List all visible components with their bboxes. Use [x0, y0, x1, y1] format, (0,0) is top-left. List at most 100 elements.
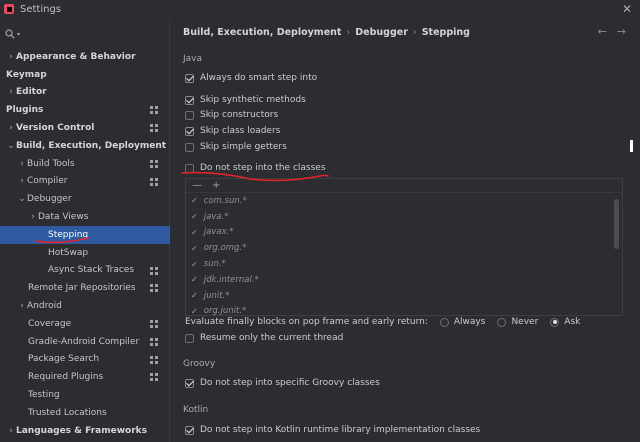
sidebar-item-keymap[interactable]: Keymap: [0, 66, 170, 84]
class-filter-check-icon[interactable]: ✓: [191, 307, 198, 315]
class-filter-check-icon[interactable]: ✓: [191, 291, 198, 300]
class-filter-row[interactable]: ✓ javax.*: [186, 225, 622, 241]
search-history-caret-icon[interactable]: ▾: [17, 31, 20, 38]
project-settings-icon: [150, 319, 158, 328]
sidebar-item-editor[interactable]: › Editor: [0, 84, 170, 102]
radio-always[interactable]: [439, 317, 449, 327]
class-filter-check-icon[interactable]: ✓: [191, 244, 198, 253]
project-settings-icon: [150, 355, 158, 364]
resume-current-thread-row[interactable]: Resume only the current thread: [185, 333, 343, 343]
chevron-right-icon[interactable]: ›: [6, 426, 16, 436]
class-filter-pattern: junit.*: [203, 290, 230, 301]
chevron-right-icon[interactable]: ›: [6, 52, 16, 62]
class-filter-row[interactable]: ✓ org.junit.*: [186, 304, 622, 315]
sidebar-item-label: Appearance & Behavior: [16, 51, 136, 62]
close-icon[interactable]: ✕: [622, 2, 632, 16]
chevron-right-icon[interactable]: ›: [17, 301, 27, 311]
always-smart-step-checkbox[interactable]: [185, 73, 194, 83]
class-filter-list[interactable]: ✓ com.sun.* ✓ java.* ✓ javax.* ✓ org.omg.* ✓ sun.…: [186, 193, 622, 315]
chevron-down-icon[interactable]: ⌄: [6, 141, 16, 151]
kotlin-do-not-step-row[interactable]: Do not step into Kotlin runtime library …: [185, 425, 480, 435]
class-filter-check-icon[interactable]: ✓: [191, 260, 198, 269]
chevron-right-icon[interactable]: ›: [6, 123, 16, 133]
skip-class-loaders-row[interactable]: Skip class loaders: [185, 126, 280, 136]
chevron-right-icon[interactable]: ›: [17, 159, 27, 169]
sidebar-item-debugger[interactable]: ⌄ Debugger: [0, 190, 170, 208]
add-class-icon[interactable]: +: [212, 180, 220, 191]
sidebar-item-build-execution-deployment[interactable]: ⌄ Build, Execution, Deployment: [0, 137, 170, 155]
class-filter-row[interactable]: ✓ com.sun.*: [186, 193, 622, 209]
sidebar-item-trusted-locations[interactable]: Trusted Locations: [0, 404, 170, 422]
groovy-do-not-step-row[interactable]: Do not step into specific Groovy classes: [185, 378, 380, 388]
sidebar-item-gradle-android-compiler[interactable]: Gradle-Android Compiler: [0, 333, 170, 351]
sidebar-item-required-plugins[interactable]: Required Plugins: [0, 368, 170, 386]
chevron-right-icon[interactable]: ›: [17, 176, 27, 186]
class-filter-row[interactable]: ✓ org.omg.*: [186, 240, 622, 256]
sidebar-item-build-tools[interactable]: › Build Tools: [0, 155, 170, 173]
class-filter-check-icon[interactable]: ✓: [191, 212, 198, 221]
sidebar-item-android[interactable]: › Android: [0, 297, 170, 315]
radio-ask-label: Ask: [564, 317, 581, 327]
radio-never-option[interactable]: Never: [497, 317, 538, 327]
do-not-step-classes-checkbox[interactable]: [185, 163, 194, 173]
search-box[interactable]: ▾: [0, 24, 170, 44]
skip-constructors-row[interactable]: Skip constructors: [185, 110, 278, 120]
breadcrumb-build: Build, Execution, Deployment: [183, 27, 342, 38]
do-not-step-classes-row[interactable]: Do not step into the classes: [185, 163, 326, 173]
class-filter-row[interactable]: ✓ junit.*: [186, 288, 622, 304]
sidebar-item-async-stack-traces[interactable]: Async Stack Traces: [0, 262, 170, 280]
sidebar-item-appearance-behavior[interactable]: › Appearance & Behavior: [0, 48, 170, 66]
skip-constructors-label: Skip constructors: [200, 110, 279, 120]
chevron-right-icon[interactable]: ›: [6, 87, 16, 97]
radio-ask[interactable]: [550, 317, 560, 327]
sidebar-item-label: Build Tools: [27, 158, 75, 169]
always-smart-step-row[interactable]: Always do smart step into: [185, 73, 317, 83]
sidebar-item-plugins[interactable]: Plugins: [0, 101, 170, 119]
skip-synthetic-row[interactable]: Skip synthetic methods: [185, 95, 306, 105]
settings-sidebar: ▾ › Appearance & Behavior Keymap › Editor Plu…: [0, 18, 170, 442]
chevron-down-icon[interactable]: ⌄: [17, 194, 27, 204]
resume-current-thread-checkbox[interactable]: [185, 333, 194, 343]
settings-content: Build, Execution, Deployment › Debugger › St…: [171, 18, 640, 442]
sidebar-item-data-views[interactable]: › Data Views: [0, 208, 170, 226]
list-scrollbar[interactable]: [614, 199, 619, 249]
chevron-right-icon[interactable]: ›: [28, 212, 38, 222]
breadcrumb-debugger: Debugger: [355, 27, 408, 38]
class-filter-row[interactable]: ✓ jdk.internal.*: [186, 272, 622, 288]
window-title: Settings: [20, 3, 62, 15]
settings-tree: › Appearance & Behavior Keymap › Editor Plugi…: [0, 48, 170, 440]
class-filter-check-icon[interactable]: ✓: [191, 196, 198, 205]
sidebar-item-hotswap[interactable]: HotSwap: [0, 244, 170, 262]
radio-always-option[interactable]: Always: [439, 317, 485, 327]
search-input[interactable]: [24, 29, 165, 39]
groovy-do-not-step-checkbox[interactable]: [185, 378, 194, 388]
sidebar-item-coverage[interactable]: Coverage: [0, 315, 170, 333]
skip-getters-row[interactable]: Skip simple getters: [185, 142, 287, 152]
skip-synthetic-checkbox[interactable]: [185, 95, 194, 105]
sidebar-item-compiler[interactable]: › Compiler: [0, 173, 170, 191]
class-filter-check-icon[interactable]: ✓: [191, 228, 198, 237]
radio-ask-option[interactable]: Ask: [550, 317, 580, 327]
sidebar-item-package-search[interactable]: Package Search: [0, 351, 170, 369]
radio-never[interactable]: [497, 317, 507, 327]
forward-arrow-icon[interactable]: →: [617, 25, 626, 38]
skip-constructors-checkbox[interactable]: [185, 110, 194, 120]
excluded-classes-list: — + ✓ com.sun.* ✓ java.* ✓ javax.* ✓ org.omg.* ✓…: [185, 178, 623, 316]
sidebar-item-version-control[interactable]: › Version Control: [0, 119, 170, 137]
skip-getters-checkbox[interactable]: [185, 142, 194, 152]
sidebar-item-stepping[interactable]: Stepping: [0, 225, 170, 244]
remove-class-icon[interactable]: —: [192, 180, 202, 191]
sidebar-item-remote-jar-repositories[interactable]: Remote Jar Repositories: [0, 279, 170, 297]
sidebar-item-label: Trusted Locations: [28, 407, 107, 418]
sidebar-item-label: Plugins: [6, 105, 44, 116]
sidebar-item-languages-frameworks[interactable]: › Languages & Frameworks: [0, 422, 170, 440]
class-filter-check-icon[interactable]: ✓: [191, 275, 198, 284]
class-filter-row[interactable]: ✓ sun.*: [186, 256, 622, 272]
kotlin-do-not-step-checkbox[interactable]: [185, 425, 194, 435]
class-filter-row[interactable]: ✓ java.*: [186, 209, 622, 225]
sidebar-item-testing[interactable]: Testing: [0, 386, 170, 404]
skip-class-loaders-checkbox[interactable]: [185, 126, 194, 136]
sidebar-item-label: Remote Jar Repositories: [28, 283, 136, 294]
project-settings-icon: [150, 177, 158, 186]
back-arrow-icon[interactable]: ←: [598, 25, 607, 38]
